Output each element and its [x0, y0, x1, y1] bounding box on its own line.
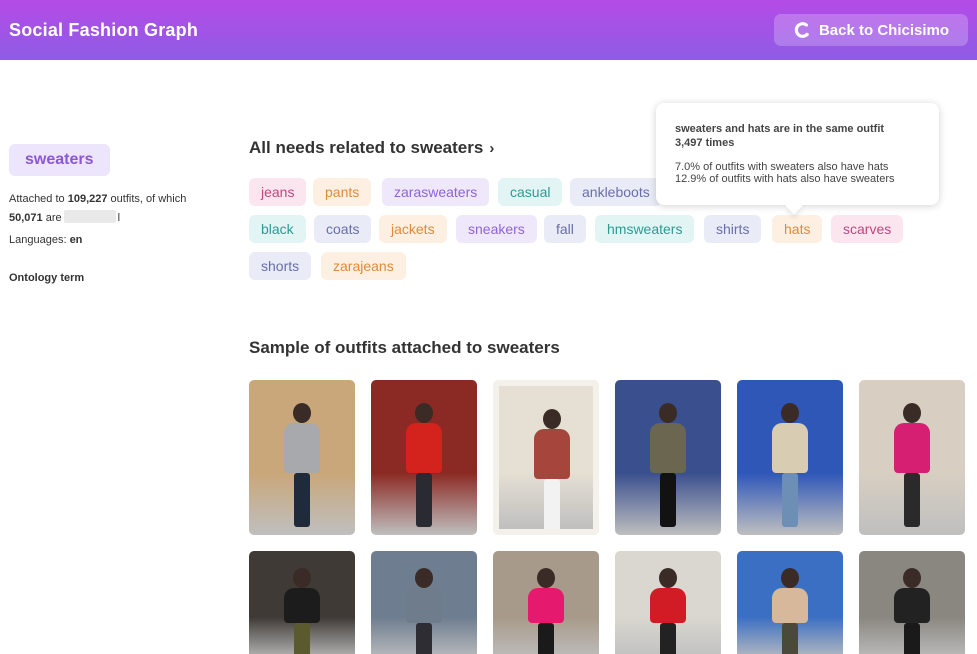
figure-top	[894, 587, 930, 623]
app-title[interactable]: Social Fashion Graph	[9, 20, 198, 41]
figure-legs	[294, 622, 310, 654]
tooltip-stat2: 12.9% of outfits with hats also have swe…	[675, 173, 895, 185]
outfit-thumbnail[interactable]	[859, 380, 965, 535]
need-tag-ankleboots[interactable]: ankleboots	[570, 178, 662, 206]
figure-legs	[660, 622, 676, 654]
figure-head	[781, 403, 799, 424]
ontology-term-label: Ontology term	[9, 272, 85, 284]
need-tag-pants[interactable]: pants	[313, 178, 372, 206]
tooltip-title: sweaters and hats are in the same outfit…	[675, 122, 921, 150]
sub-suffix: are	[45, 212, 62, 224]
need-tag-shorts[interactable]: shorts	[249, 252, 312, 280]
need-tag-hmsweaters[interactable]: hmsweaters	[595, 215, 695, 243]
need-tag-hats[interactable]: hats	[772, 215, 823, 243]
figure-head	[543, 409, 561, 430]
figure-head	[415, 567, 433, 588]
figure-head	[537, 567, 555, 588]
figure-head	[903, 403, 921, 424]
outfit-thumbnail[interactable]	[249, 551, 355, 654]
figure-top	[894, 423, 930, 473]
outfit-thumbnail[interactable]	[615, 380, 721, 535]
figure-top	[284, 423, 320, 473]
attached-prefix: Attached to	[9, 193, 65, 205]
figure-top	[650, 423, 686, 473]
outfit-thumbnail[interactable]	[249, 380, 355, 535]
figure-top	[406, 587, 442, 623]
need-tag-fall[interactable]: fall	[544, 215, 586, 243]
figure-legs	[904, 622, 920, 654]
outfit-samples-title: Sample of outfits attached to sweaters	[249, 338, 560, 357]
tooltip-stat1: 7.0% of outfits with sweaters also have …	[675, 161, 889, 173]
outfit-thumbnail[interactable]	[737, 380, 843, 535]
figure-top	[528, 587, 564, 623]
need-tag-zarasweaters[interactable]: zarasweaters	[382, 178, 490, 206]
figure-legs	[416, 472, 432, 528]
outfit-thumbnail[interactable]	[615, 551, 721, 654]
tooltip-line2: 3,497 times	[675, 137, 735, 149]
figure-top	[406, 423, 442, 473]
need-tag-zarajeans[interactable]: zarajeans	[321, 252, 406, 280]
figure-top	[772, 587, 808, 623]
languages-row: Languages: en	[9, 234, 229, 246]
figure-legs	[416, 622, 432, 654]
outfit-thumbnail[interactable]	[493, 380, 599, 535]
outfit-thumbnail[interactable]	[859, 551, 965, 654]
figure-head	[659, 403, 677, 424]
top-header: Social Fashion Graph Back to Chicisimo	[0, 0, 977, 60]
figure-head	[781, 567, 799, 588]
topic-info-panel: sweaters Attached to 109,227 outfits, of…	[9, 144, 229, 284]
languages-label: Languages:	[9, 234, 67, 246]
outfit-thumbnail[interactable]	[493, 551, 599, 654]
need-tag-shirts[interactable]: shirts	[704, 215, 762, 243]
need-tag-black[interactable]: black	[249, 215, 306, 243]
related-needs-title-text: All needs related to sweaters	[249, 138, 484, 157]
outfits-count: 109,227	[67, 193, 108, 205]
need-tag-jeans[interactable]: jeans	[249, 178, 307, 206]
figure-top	[284, 587, 320, 623]
sub-count: 50,071	[9, 212, 43, 224]
outfit-thumbnail[interactable]	[371, 551, 477, 654]
related-needs-title[interactable]: All needs related to sweaters ›	[249, 138, 494, 158]
need-tag-coats[interactable]: coats	[314, 215, 372, 243]
chicisimo-logo-icon	[794, 22, 809, 38]
figure-head	[293, 403, 311, 424]
figure-legs	[782, 472, 798, 528]
figure-head	[659, 567, 677, 588]
need-tag-jackets[interactable]: jackets	[379, 215, 447, 243]
sub-suffix-end: l	[117, 212, 121, 224]
languages-value: en	[69, 234, 83, 246]
figure-top	[534, 429, 570, 479]
figure-top	[772, 423, 808, 473]
tooltip-stats: 7.0% of outfits with sweaters also have …	[675, 161, 921, 185]
figure-legs	[544, 478, 560, 529]
back-button-label: Back to Chicisimo	[818, 21, 950, 39]
need-tag-scarves[interactable]: scarves	[831, 215, 904, 243]
attached-summary: Attached to 109,227 outfits, of which 50…	[9, 190, 229, 228]
figure-head	[903, 567, 921, 588]
redacted-text	[63, 210, 116, 223]
figure-head	[293, 567, 311, 588]
figure-legs	[904, 472, 920, 528]
topic-name-badge: sweaters	[9, 144, 110, 176]
outfit-thumbnail[interactable]	[371, 380, 477, 535]
need-tag-sneakers[interactable]: sneakers	[456, 215, 537, 243]
figure-head	[415, 403, 433, 424]
tooltip-line1: sweaters and hats are in the same outfit	[675, 123, 885, 135]
chevron-right-icon: ›	[489, 139, 495, 157]
back-to-chicisimo-button[interactable]: Back to Chicisimo	[774, 14, 968, 46]
need-tag-casual[interactable]: casual	[498, 178, 563, 206]
figure-legs	[294, 472, 310, 528]
outfit-thumbnail[interactable]	[737, 551, 843, 654]
figure-legs	[660, 472, 676, 528]
figure-legs	[538, 622, 554, 654]
co-occurrence-tooltip: sweaters and hats are in the same outfit…	[656, 103, 939, 205]
figure-legs	[782, 622, 798, 654]
attached-suffix: outfits, of which	[110, 193, 187, 205]
figure-top	[650, 587, 686, 623]
